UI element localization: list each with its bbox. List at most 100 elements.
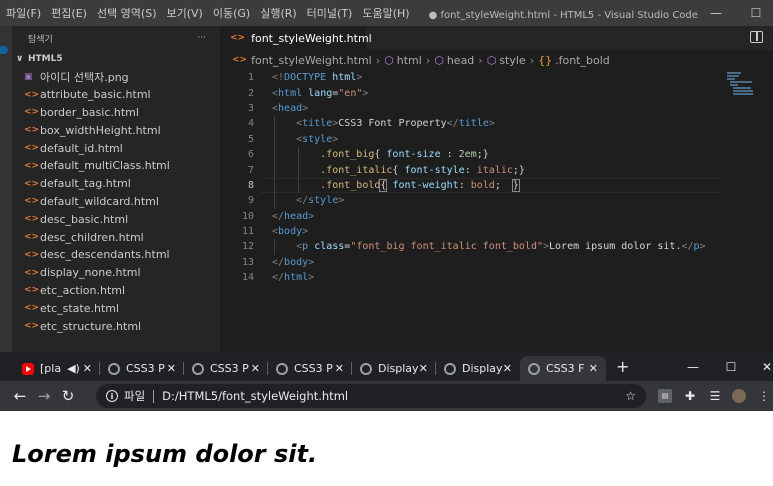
menu-kebab-icon[interactable]: ⋮ [757, 389, 771, 403]
menu-go[interactable]: 이동(G) [208, 5, 255, 21]
vscode-window: 파일(F) 편집(E) 선택 영역(S) 보기(V) 이동(G) 실행(R) 터… [0, 0, 773, 352]
window-title: ● font_styleWeight.html - HTML5 - Visual… [428, 9, 699, 21]
file-item[interactable]: <> desc_children.html [12, 228, 220, 246]
html-file-icon: <> [24, 160, 40, 171]
close-icon[interactable]: ✕ [748, 352, 773, 381]
speaker-icon[interactable]: ◀) [67, 362, 80, 375]
element-icon: ⬡ [486, 53, 497, 67]
html-file-icon: <> [24, 143, 40, 154]
menu-view[interactable]: 보기(V) [161, 5, 207, 21]
menu-edit[interactable]: 편집(E) [46, 5, 92, 21]
page-content: Lorem ipsum dolor sit. [0, 411, 773, 486]
close-tab-icon[interactable]: ✕ [83, 362, 92, 375]
maximize-icon[interactable]: ☐ [738, 0, 773, 26]
close-tab-icon[interactable]: ✕ [335, 362, 344, 375]
file-item[interactable]: <> default_id.html [12, 139, 220, 157]
breadcrumb-head[interactable]: head [447, 54, 474, 67]
browser-tab-active[interactable]: CSS3 F ✕ [520, 356, 606, 381]
close-tab-icon[interactable]: ✕ [589, 362, 598, 375]
folder-header[interactable]: ∨ HTML5 [12, 50, 220, 68]
bookmark-star-icon[interactable]: ☆ [625, 389, 636, 403]
globe-icon [276, 362, 288, 375]
close-tab-icon[interactable]: ✕ [419, 362, 428, 375]
back-icon[interactable]: ← [8, 387, 32, 405]
info-icon[interactable]: i [106, 390, 118, 402]
chevron-right-icon: › [425, 53, 431, 67]
chevron-right-icon: › [529, 53, 535, 67]
maximize-icon[interactable]: ☐ [712, 352, 750, 381]
chevron-right-icon: › [478, 53, 483, 67]
split-editor-icon[interactable] [750, 31, 763, 43]
code-line: 11 <body> [220, 224, 720, 239]
editor-tab-active[interactable]: <> font_styleWeight.html [220, 26, 372, 50]
menu-run[interactable]: 실행(R) [255, 5, 301, 21]
close-tab-icon[interactable]: ✕ [251, 362, 260, 375]
scheme-label: 파일 [124, 389, 146, 403]
code-line: 4 <title>CSS3 Font Property</title> [220, 116, 720, 132]
code-line: 9 </style> [220, 193, 720, 209]
file-item[interactable]: <> desc_basic.html [12, 210, 220, 228]
explorer-activity-icon[interactable] [0, 46, 8, 54]
menu-file[interactable]: 파일(F) [0, 5, 46, 21]
code-editor[interactable]: 1 <!DOCTYPE html> 2 <html lang="en"> 3 <hea… [220, 70, 720, 285]
browser-tab-title: [pla [40, 362, 62, 375]
menu-help[interactable]: 도움말(H) [357, 5, 414, 21]
close-tab-icon[interactable]: ✕ [503, 362, 512, 375]
code-line: 2 <html lang="en"> [220, 85, 720, 100]
reload-icon[interactable]: ↻ [56, 387, 80, 405]
file-item[interactable]: <> attribute_basic.html [12, 86, 220, 104]
html-file-icon: <> [24, 89, 40, 100]
file-item[interactable]: <> etc_structure.html [12, 317, 220, 335]
menu-selection[interactable]: 선택 영역(S) [92, 5, 162, 21]
extension-icon[interactable]: ▤ [658, 389, 672, 403]
html-file-icon: <> [230, 33, 246, 43]
puzzle-extensions-icon[interactable]: ✚ [683, 389, 697, 403]
html-file-icon: <> [24, 285, 40, 296]
file-item[interactable]: <> box_widthHeight.html [12, 121, 220, 139]
file-item[interactable]: ▣ 아이디 선택자.png [12, 68, 220, 86]
menu-terminal[interactable]: 터미널(T) [302, 5, 358, 21]
file-item[interactable]: <> default_wildcard.html [12, 193, 220, 211]
address-bar[interactable]: i 파일 D:/HTML5/font_styleWeight.html ☆ [96, 384, 646, 408]
file-item[interactable]: <> desc_descendants.html [12, 246, 220, 264]
breadcrumb-file[interactable]: font_styleWeight.html [251, 54, 372, 67]
file-item-label: attribute_basic.html [40, 88, 151, 102]
breadcrumb-html[interactable]: html [397, 54, 422, 67]
forward-icon[interactable]: → [32, 387, 56, 405]
browser-tab-title: Display [462, 362, 503, 375]
minimize-icon[interactable]: — [698, 0, 734, 26]
globe-icon [108, 362, 120, 375]
url-text[interactable]: D:/HTML5/font_styleWeight.html [162, 389, 348, 403]
minimap[interactable] [719, 70, 773, 130]
avatar[interactable] [732, 389, 746, 403]
file-item[interactable]: <> default_tag.html [12, 175, 220, 193]
reading-list-icon[interactable]: ☰ [708, 389, 722, 403]
browser-tab-title: CSS3 P [294, 362, 333, 375]
file-item[interactable]: <> etc_state.html [12, 299, 220, 317]
close-tab-icon[interactable]: ✕ [167, 362, 176, 375]
line-number: 2 [247, 87, 254, 99]
code-line: 10 </head> [220, 209, 720, 224]
breadcrumb-style[interactable]: style [499, 54, 525, 67]
chrome-tabstrip: [pla ◀) ✕ CSS3 P ✕ CSS3 P ✕ CSS3 P ✕ Dis… [0, 352, 773, 381]
file-item[interactable]: <> default_multiClass.html [12, 157, 220, 175]
minimize-icon[interactable]: — [674, 352, 712, 381]
html-file-icon: <> [24, 214, 40, 225]
more-actions-icon[interactable]: ··· [197, 33, 206, 43]
editor-tab-label: font_styleWeight.html [251, 31, 372, 45]
new-tab-icon[interactable]: + [616, 357, 629, 376]
browser-tab[interactable]: CSS3 P ✕ [100, 356, 184, 381]
browser-tab[interactable]: [pla ◀) ✕ [14, 356, 100, 381]
browser-tab-title: CSS3 P [126, 362, 165, 375]
file-item[interactable]: <> display_none.html [12, 264, 220, 282]
file-item-label: box_widthHeight.html [40, 123, 161, 137]
browser-tab[interactable]: CSS3 P ✕ [268, 356, 352, 381]
file-item[interactable]: <> etc_action.html [12, 282, 220, 300]
breadcrumb-selector[interactable]: .font_bold [555, 54, 610, 67]
browser-tab[interactable]: CSS3 P ✕ [184, 356, 268, 381]
file-item-label: border_basic.html [40, 105, 139, 119]
browser-tab[interactable]: Display ✕ [436, 356, 520, 381]
file-item[interactable]: <> border_basic.html [12, 104, 220, 122]
file-item-label: 아이디 선택자.png [40, 70, 129, 84]
browser-tab[interactable]: Display ✕ [352, 356, 436, 381]
